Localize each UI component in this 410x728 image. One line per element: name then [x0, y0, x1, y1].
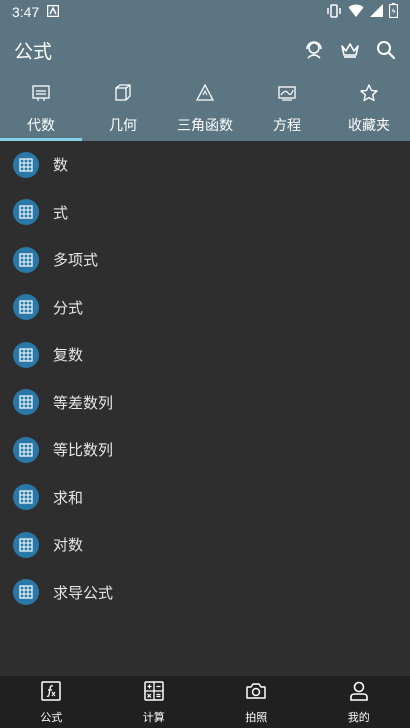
- category-tabs: 代数 几何 三角函数 方程 收藏夹: [0, 76, 410, 141]
- status-bar: 3:47: [0, 0, 410, 24]
- list-item[interactable]: 对数: [0, 521, 410, 569]
- nav-camera[interactable]: 拍照: [205, 676, 308, 728]
- calculator-grid-icon: [13, 246, 39, 273]
- list-item[interactable]: 数: [0, 141, 410, 189]
- list-item[interactable]: 式: [0, 189, 410, 237]
- list-item[interactable]: 等差数列: [0, 379, 410, 427]
- list-item[interactable]: 复数: [0, 331, 410, 379]
- list-item-label: 式: [53, 203, 69, 222]
- tab-label: 收藏夹: [348, 117, 390, 134]
- nav-label: 我的: [347, 710, 370, 724]
- formula-list: 数 式 多项式 分式 复数 等差数列 等比数列 求和 对数 求导公式: [0, 141, 410, 616]
- list-item-label: 复数: [53, 346, 84, 365]
- wifi-icon: [348, 4, 364, 21]
- tab-label: 几何: [109, 117, 137, 134]
- list-item-label: 求和: [53, 488, 84, 507]
- tab-label: 三角函数: [177, 117, 233, 134]
- tab-equations[interactable]: 方程: [246, 76, 328, 141]
- support-icon[interactable]: [304, 40, 324, 60]
- list-item-label: 数: [53, 156, 69, 175]
- list-item-label: 等比数列: [53, 441, 114, 460]
- list-item[interactable]: 求和: [0, 474, 410, 522]
- calculator-grid-icon: [13, 579, 39, 606]
- list-item-label: 求导公式: [53, 583, 114, 602]
- cube-icon: [113, 83, 133, 107]
- tab-geometry[interactable]: 几何: [82, 76, 164, 141]
- search-icon[interactable]: [376, 40, 396, 60]
- camera-icon: [245, 680, 267, 705]
- notification-icon: [47, 4, 60, 20]
- list-item-label: 对数: [53, 536, 84, 555]
- algebra-icon: [31, 83, 51, 107]
- bottom-nav: 公式 计算 拍照 我的: [0, 676, 410, 728]
- graph-icon: [277, 83, 297, 107]
- star-icon: [359, 83, 379, 107]
- top-header: 3:47 公式 代数 几何 三角函数 方程 收藏夹: [0, 0, 410, 141]
- status-time: 3:47: [12, 4, 40, 20]
- nav-calculate[interactable]: 计算: [103, 676, 206, 728]
- app-bar: 公式: [0, 24, 410, 76]
- vibrate-icon: [326, 3, 342, 21]
- calculator-grid-icon: [13, 151, 39, 178]
- battery-icon: [388, 3, 399, 21]
- tab-algebra[interactable]: 代数: [0, 76, 82, 141]
- list-item[interactable]: 等比数列: [0, 426, 410, 474]
- nav-label: 公式: [40, 710, 63, 724]
- calculator-grid-icon: [13, 389, 39, 416]
- nav-label: 拍照: [245, 710, 268, 724]
- user-icon: [348, 680, 370, 705]
- formula-icon: [40, 680, 62, 705]
- calculator-grid-icon: [13, 484, 39, 511]
- calculator-grid-icon: [13, 294, 39, 321]
- tab-trigonometry[interactable]: 三角函数: [164, 76, 246, 141]
- list-item-label: 分式: [53, 298, 84, 317]
- nav-formulas[interactable]: 公式: [0, 676, 103, 728]
- tab-label: 代数: [27, 117, 55, 134]
- list-item-label: 多项式: [53, 251, 99, 270]
- nav-profile[interactable]: 我的: [308, 676, 410, 728]
- list-item[interactable]: 求导公式: [0, 569, 410, 617]
- calculator-grid-icon: [13, 531, 39, 558]
- list-item[interactable]: 多项式: [0, 236, 410, 284]
- crown-icon[interactable]: [340, 40, 360, 60]
- calculator-grid-icon: [13, 199, 39, 226]
- triangle-icon: [195, 83, 215, 107]
- tab-favorites[interactable]: 收藏夹: [328, 76, 410, 141]
- page-title: 公式: [14, 40, 53, 63]
- calculator-grid-icon: [13, 341, 39, 368]
- calculator-grid-icon: [13, 436, 39, 463]
- calculator-icon: [143, 680, 165, 705]
- nav-label: 计算: [142, 710, 165, 724]
- list-item-label: 等差数列: [53, 393, 114, 412]
- signal-icon: [370, 4, 383, 20]
- tab-label: 方程: [273, 117, 301, 134]
- list-item[interactable]: 分式: [0, 284, 410, 332]
